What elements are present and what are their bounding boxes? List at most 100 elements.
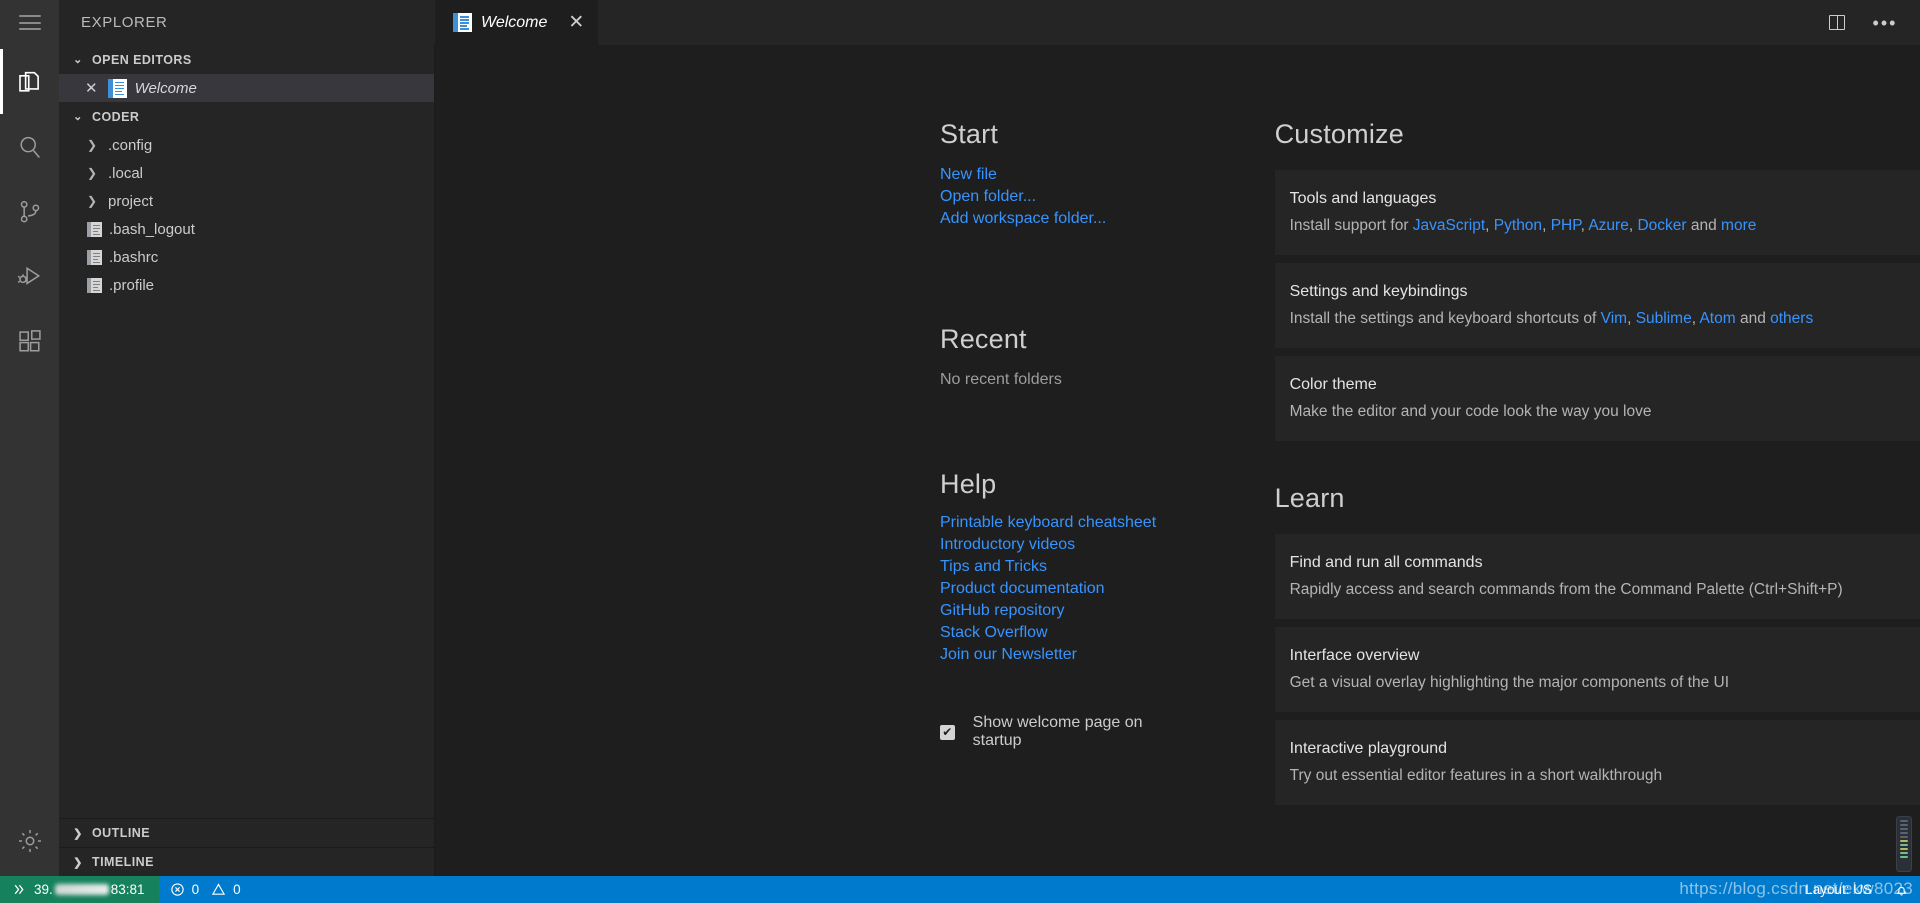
close-icon[interactable]: ✕ bbox=[568, 13, 584, 32]
redacted-host-part bbox=[54, 884, 109, 895]
card-description: Install the settings and keyboard shortc… bbox=[1289, 310, 1814, 327]
link-add-workspace-folder[interactable]: Add workspace folder... bbox=[940, 210, 1106, 228]
show-welcome-checkbox[interactable]: ✔ bbox=[940, 724, 955, 740]
close-icon[interactable]: ✕ bbox=[85, 79, 98, 97]
start-heading: Start bbox=[940, 119, 999, 149]
tab-label: Welcome bbox=[481, 13, 548, 31]
section-label: TIMELINE bbox=[92, 855, 154, 869]
tab-welcome[interactable]: Welcome ✕ bbox=[435, 0, 600, 45]
card-settings-and-keybindings[interactable]: Settings and keybindings Install the set… bbox=[1274, 263, 1920, 348]
desc-prefix: Install support for bbox=[1289, 217, 1413, 234]
section-open-editors[interactable]: ⌄ OPEN EDITORS bbox=[59, 45, 434, 74]
link-product-documentation[interactable]: Product documentation bbox=[940, 580, 1105, 598]
welcome-page: Start New file Open folder... Add worksp… bbox=[435, 45, 1920, 876]
link-javascript[interactable]: JavaScript bbox=[1413, 217, 1485, 234]
file-icon bbox=[87, 277, 102, 293]
status-notifications[interactable] bbox=[1883, 876, 1920, 903]
tab-bar: Welcome ✕ ••• bbox=[435, 0, 1920, 45]
help-heading: Help bbox=[940, 469, 997, 499]
status-keyboard-layout[interactable]: Layout: US bbox=[1794, 876, 1883, 903]
chevron-right-icon: ❯ bbox=[87, 194, 98, 208]
card-interactive-playground[interactable]: Interactive playground Try out essential… bbox=[1274, 720, 1920, 805]
link-docker[interactable]: Docker bbox=[1637, 217, 1686, 234]
sidebar-item-extensions[interactable] bbox=[0, 309, 59, 374]
link-others[interactable]: others bbox=[1770, 310, 1813, 327]
list-item-open-editor-welcome[interactable]: ✕ Welcome bbox=[59, 74, 434, 102]
recent-heading: Recent bbox=[940, 324, 1027, 354]
link-tips-and-tricks[interactable]: Tips and Tricks bbox=[940, 558, 1047, 576]
editor-area: Start New file Open folder... Add worksp… bbox=[435, 45, 1920, 876]
tree-item-config[interactable]: ❯ .config bbox=[59, 131, 434, 159]
link-printable-keyboard-cheatsheet[interactable]: Printable keyboard cheatsheet bbox=[940, 514, 1156, 532]
tree-item-bashrc[interactable]: .bashrc bbox=[59, 243, 434, 271]
welcome-file-icon bbox=[453, 13, 472, 32]
tree-item-label: .config bbox=[108, 136, 153, 154]
link-vim[interactable]: Vim bbox=[1601, 310, 1627, 327]
customize-heading: Customize bbox=[1274, 119, 1404, 149]
status-remote-indicator[interactable]: 39. 83:81 bbox=[0, 876, 159, 903]
page-title: EXPLORER bbox=[81, 14, 168, 31]
split-editor-icon[interactable] bbox=[1824, 10, 1850, 36]
desc-mid: and bbox=[1735, 310, 1771, 327]
card-title: Find and run all commands bbox=[1289, 554, 1483, 571]
section-workspace-coder[interactable]: ⌄ CODER bbox=[59, 102, 434, 131]
bell-icon bbox=[1896, 886, 1907, 896]
chevron-down-icon: ⌄ bbox=[73, 111, 83, 123]
remote-suffix: 83:81 bbox=[110, 882, 145, 897]
sidebar-item-run-and-debug[interactable] bbox=[0, 244, 59, 309]
tree-item-project[interactable]: ❯ project bbox=[59, 187, 434, 215]
tree-item-label: .bash_logout bbox=[109, 220, 195, 238]
card-tools-and-languages[interactable]: Tools and languages Install support for … bbox=[1274, 170, 1920, 255]
link-more[interactable]: more bbox=[1721, 217, 1756, 234]
tree-item-bash-logout[interactable]: .bash_logout bbox=[59, 215, 434, 243]
title-bar: EXPLORER Welcome ✕ ••• bbox=[0, 0, 1920, 45]
sidebar-item-source-control[interactable] bbox=[0, 179, 59, 244]
link-sublime[interactable]: Sublime bbox=[1636, 310, 1692, 327]
error-count: 0 bbox=[191, 882, 200, 897]
tree-item-local[interactable]: ❯ .local bbox=[59, 159, 434, 187]
welcome-right-column: Customize Tools and languages Install su… bbox=[1274, 119, 1920, 876]
chevron-right-icon: ❯ bbox=[87, 166, 98, 180]
link-new-file[interactable]: New file bbox=[940, 166, 997, 184]
tree-item-profile[interactable]: .profile bbox=[59, 271, 434, 299]
sidebar-item-explorer[interactable] bbox=[0, 49, 59, 114]
menu-button-container[interactable] bbox=[0, 0, 59, 45]
editor-minimap-slider[interactable] bbox=[1896, 816, 1912, 872]
chevron-right-icon: ❯ bbox=[73, 827, 83, 840]
link-github-repository[interactable]: GitHub repository bbox=[940, 602, 1065, 620]
link-stack-overflow[interactable]: Stack Overflow bbox=[940, 624, 1048, 642]
warning-icon bbox=[211, 883, 226, 895]
status-problems[interactable]: 0 0 bbox=[159, 876, 252, 903]
explorer-sidebar: ⌄ OPEN EDITORS ✕ Welcome ⌄ CODER ❯ .conf… bbox=[59, 45, 435, 876]
sidebar-item-search[interactable] bbox=[0, 114, 59, 179]
card-color-theme[interactable]: Color theme Make the editor and your cod… bbox=[1274, 356, 1920, 441]
link-python[interactable]: Python bbox=[1494, 217, 1542, 234]
section-timeline[interactable]: ❯ TIMELINE bbox=[59, 847, 434, 876]
chevron-down-icon: ⌄ bbox=[73, 54, 83, 66]
link-join-our-newsletter[interactable]: Join our Newsletter bbox=[940, 646, 1077, 664]
card-title: Interactive playground bbox=[1289, 740, 1448, 757]
show-welcome-label: Show welcome page on startup bbox=[972, 714, 1143, 749]
warning-count: 0 bbox=[233, 882, 241, 897]
hamburger-menu-icon[interactable] bbox=[18, 15, 41, 30]
link-php[interactable]: PHP bbox=[1551, 217, 1581, 234]
section-label: OUTLINE bbox=[92, 826, 151, 840]
link-open-folder[interactable]: Open folder... bbox=[940, 188, 1036, 206]
link-atom[interactable]: Atom bbox=[1699, 310, 1735, 327]
card-find-and-run-all-commands[interactable]: Find and run all commands Rapidly access… bbox=[1274, 534, 1920, 619]
card-title: Interface overview bbox=[1289, 647, 1420, 664]
ellipsis-icon[interactable]: ••• bbox=[1872, 10, 1898, 36]
card-interface-overview[interactable]: Interface overview Get a visual overlay … bbox=[1274, 627, 1920, 712]
section-outline[interactable]: ❯ OUTLINE bbox=[59, 818, 434, 847]
show-welcome-on-startup-row[interactable]: ✔ Show welcome page on startup bbox=[940, 714, 1191, 750]
tree-item-label: .profile bbox=[109, 276, 155, 294]
manage-settings-button[interactable] bbox=[0, 806, 59, 876]
chevron-right-icon: ❯ bbox=[87, 138, 98, 152]
tree-item-label: .bashrc bbox=[109, 248, 159, 266]
card-title: Tools and languages bbox=[1289, 190, 1437, 207]
card-description: Get a visual overlay highlighting the ma… bbox=[1289, 674, 1729, 691]
card-title: Color theme bbox=[1289, 376, 1377, 393]
link-introductory-videos[interactable]: Introductory videos bbox=[940, 536, 1075, 554]
file-icon bbox=[87, 221, 102, 237]
link-azure[interactable]: Azure bbox=[1588, 217, 1629, 234]
